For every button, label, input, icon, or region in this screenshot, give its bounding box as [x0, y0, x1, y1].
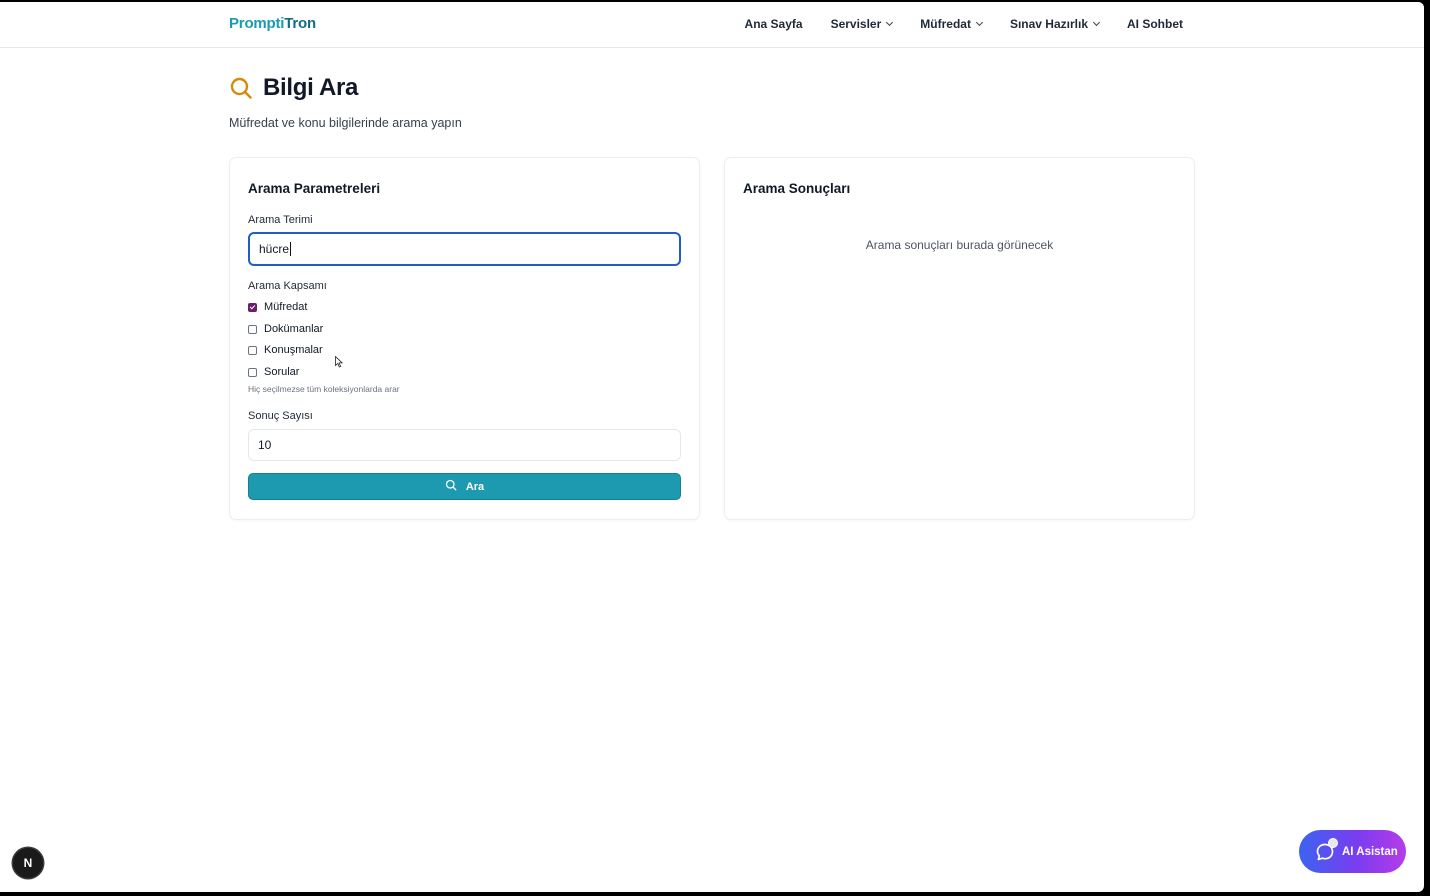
nav-item-label: Müfredat — [920, 17, 971, 31]
scope-option-label: Konuşmalar — [264, 344, 323, 356]
search-button-label: Ara — [465, 480, 485, 493]
search-results-card: Arama Sonuçları Arama sonuçları burada g… — [724, 157, 1195, 520]
empty-results-text: Arama sonuçları burada görünecek — [865, 238, 1054, 252]
nav-item-servisler[interactable]: Servisler — [830, 17, 894, 31]
search-term-label: Arama Terimi — [248, 214, 313, 226]
search-results-title: Arama Sonuçları — [743, 181, 851, 196]
nav-item-sinav-hazirlik[interactable]: Sınav Hazırlık — [1009, 17, 1101, 31]
nav-item-label: Sınav Hazırlık — [1009, 17, 1088, 31]
page-header: Bilgi Ara — [229, 74, 358, 102]
search-term-value: hücre — [259, 242, 290, 256]
scope-option-label: Dokümanlar — [264, 323, 324, 335]
text-caret — [290, 242, 292, 256]
chat-bubble-icon — [1315, 837, 1338, 862]
checkbox[interactable] — [248, 302, 257, 312]
logo[interactable]: PromptiTron — [229, 15, 316, 32]
search-icon — [445, 479, 466, 494]
search-icon — [229, 76, 253, 100]
search-button[interactable]: Ara — [248, 473, 681, 500]
search-term-input[interactable]: hücre — [248, 232, 681, 266]
scope-option-dokumanlar[interactable]: Dokümanlar — [248, 323, 323, 335]
scope-option-label: Müfredat — [264, 301, 308, 313]
checkbox[interactable] — [248, 324, 257, 334]
checkbox[interactable] — [248, 345, 257, 355]
ai-assistant-label: AI Asistan — [1342, 845, 1398, 858]
app-viewport: PromptiTron Ana Sayfa Servisler Müfredat… — [0, 2, 1424, 892]
chevron-down-icon — [886, 18, 894, 27]
logo-part2: Tron — [284, 15, 316, 32]
chevron-down-icon — [1092, 18, 1101, 27]
search-params-card: Arama Parametreleri Arama Terimi hücre A… — [229, 157, 700, 520]
nav-item-mufredat[interactable]: Müfredat — [920, 17, 983, 31]
chevron-down-icon — [975, 18, 983, 27]
notification-dot — [1328, 837, 1338, 848]
checkbox[interactable] — [248, 367, 257, 377]
search-scope-label: Arama Kapsamı — [248, 280, 327, 292]
nav-item-label: Servisler — [830, 17, 882, 31]
mouse-cursor-icon — [335, 355, 344, 373]
scope-option-mufredat[interactable]: Müfredat — [248, 301, 307, 313]
page-subtitle: Müfredat ve konu bilgilerinde arama yapı… — [229, 116, 462, 130]
nav-item-ai-sohbet[interactable]: AI Sohbet — [1127, 17, 1183, 31]
search-params-title: Arama Parametreleri — [248, 181, 381, 196]
scope-hint: Hiç seçilmezse tüm koleksiyonlarda arar — [248, 384, 400, 394]
page-title: Bilgi Ara — [263, 74, 359, 101]
scope-option-sorular[interactable]: Sorular — [248, 366, 299, 378]
scope-option-label: Sorular — [264, 366, 300, 378]
nextjs-dev-badge[interactable]: N — [13, 848, 43, 878]
result-count-value: 10 — [258, 438, 272, 452]
result-count-label: Sonuç Sayısı — [248, 410, 313, 422]
nav-item-ana-sayfa[interactable]: Ana Sayfa — [745, 17, 803, 31]
top-navbar: PromptiTron Ana Sayfa Servisler Müfredat… — [0, 2, 1424, 48]
scope-option-konusmalar[interactable]: Konuşmalar — [248, 344, 323, 356]
nav-links: Ana Sayfa Servisler Müfredat Sınav Hazır… — [717, 17, 1183, 31]
nav-item-label: Ana Sayfa — [744, 17, 803, 31]
result-count-input[interactable]: 10 — [248, 429, 681, 461]
nav-item-label: AI Sohbet — [1127, 17, 1183, 31]
logo-part1: Prompti — [229, 15, 285, 32]
ai-assistant-button[interactable]: AI Asistan — [1299, 830, 1406, 873]
